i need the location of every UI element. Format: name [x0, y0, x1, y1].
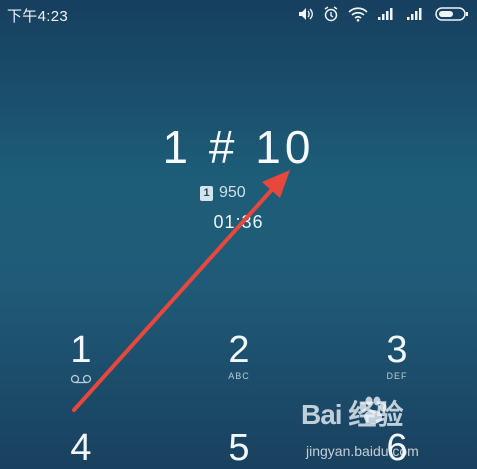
baidu-watermark: Bai 经验 jingyan.baidu.com [301, 393, 471, 465]
watermark-url: jingyan.baidu.com [306, 443, 419, 459]
paw-icon [359, 396, 387, 424]
